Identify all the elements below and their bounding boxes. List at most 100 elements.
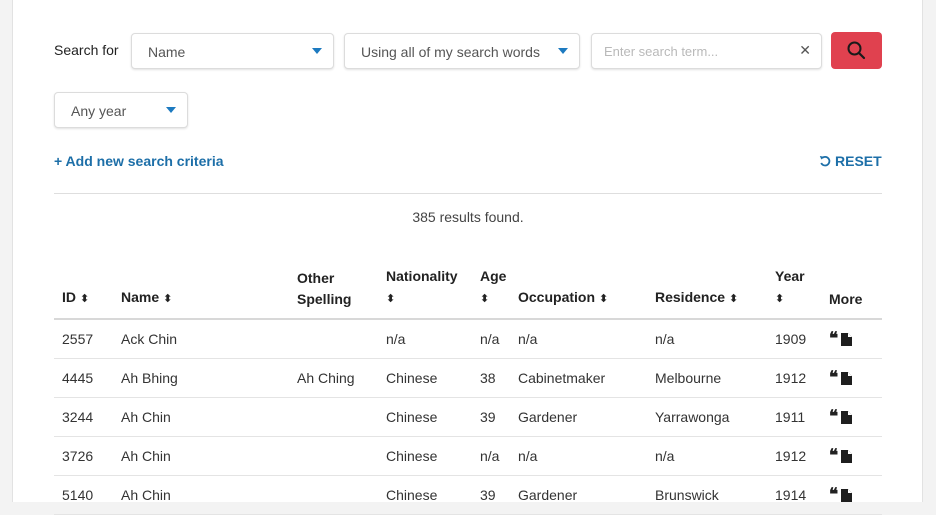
table-header-row: ID ⬍ Name ⬍ Other Spelling Nationality ⬍ Ag… bbox=[54, 266, 882, 320]
cell-id: 2557 bbox=[54, 319, 113, 359]
cell-id: 3726 bbox=[54, 436, 113, 476]
cell-age: n/a bbox=[472, 319, 510, 359]
cell-name: Ah Chin bbox=[113, 475, 289, 515]
table-row[interactable]: 4445 Ah Bhing Ah Ching Chinese 38 Cabine… bbox=[54, 358, 882, 398]
column-header-age[interactable]: Age ⬍ bbox=[472, 266, 510, 320]
sort-icon[interactable]: ⬍ bbox=[163, 289, 172, 310]
column-header-nationality[interactable]: Nationality ⬍ bbox=[378, 266, 472, 320]
cell-nationality: Chinese bbox=[378, 397, 472, 437]
document-icon[interactable] bbox=[841, 333, 853, 346]
cell-id: 5140 bbox=[54, 475, 113, 515]
cell-residence: Brunswick bbox=[647, 475, 767, 515]
cell-residence: n/a bbox=[647, 436, 767, 476]
cell-occupation: Gardener bbox=[510, 397, 647, 437]
cell-name: Ah Chin bbox=[113, 436, 289, 476]
search-mode-select[interactable]: Using all of my search words bbox=[344, 33, 580, 69]
cell-more: ❝ bbox=[821, 397, 882, 437]
cell-other-spelling bbox=[289, 397, 378, 437]
sort-icon[interactable]: ⬍ bbox=[775, 289, 784, 310]
chevron-down-icon bbox=[312, 48, 322, 54]
cell-occupation: Gardener bbox=[510, 475, 647, 515]
quote-icon[interactable]: ❝ bbox=[829, 368, 838, 388]
search-field-select[interactable]: Name bbox=[131, 33, 334, 69]
column-header-more: More bbox=[821, 266, 882, 320]
column-header-occupation[interactable]: Occupation ⬍ bbox=[510, 266, 647, 320]
sort-icon[interactable]: ⬍ bbox=[480, 289, 489, 310]
table-row[interactable]: 5140 Ah Chin Chinese 39 Gardener Brunswi… bbox=[54, 475, 882, 515]
search-input[interactable] bbox=[604, 42, 789, 60]
close-icon[interactable]: ✕ bbox=[799, 42, 811, 59]
cell-nationality: Chinese bbox=[378, 436, 472, 476]
cell-more: ❝ bbox=[821, 358, 882, 398]
cell-year: 1911 bbox=[767, 397, 821, 437]
reset-label: RESET bbox=[835, 153, 882, 169]
column-header-year[interactable]: Year ⬍ bbox=[767, 266, 821, 320]
cell-occupation: Cabinetmaker bbox=[510, 358, 647, 398]
document-icon[interactable] bbox=[841, 411, 853, 424]
column-header-name[interactable]: Name ⬍ bbox=[113, 266, 289, 320]
cell-residence: n/a bbox=[647, 319, 767, 359]
cell-year: 1912 bbox=[767, 436, 821, 476]
column-header-residence[interactable]: Residence ⬍ bbox=[647, 266, 767, 320]
cell-residence: Melbourne bbox=[647, 358, 767, 398]
cell-occupation: n/a bbox=[510, 436, 647, 476]
cell-more: ❝ bbox=[821, 319, 882, 359]
search-panel: Search for Name Using all of my search w… bbox=[12, 0, 923, 515]
search-field-value: Name bbox=[148, 44, 186, 60]
quote-icon[interactable]: ❝ bbox=[829, 446, 838, 466]
quote-icon[interactable]: ❝ bbox=[829, 329, 838, 349]
cell-nationality: n/a bbox=[378, 319, 472, 359]
search-mode-value: Using all of my search words bbox=[361, 44, 540, 60]
table-row[interactable]: 2557 Ack Chin n/a n/a n/a n/a 1909 ❝ bbox=[54, 319, 882, 359]
document-icon[interactable] bbox=[841, 450, 853, 463]
cell-name: Ah Bhing bbox=[113, 358, 289, 398]
cell-other-spelling bbox=[289, 436, 378, 476]
cell-id: 4445 bbox=[54, 358, 113, 398]
search-term-field: ✕ bbox=[591, 33, 822, 69]
search-icon bbox=[847, 41, 866, 60]
sort-icon[interactable]: ⬍ bbox=[386, 289, 395, 310]
sort-icon[interactable]: ⬍ bbox=[729, 289, 738, 310]
cell-year: 1909 bbox=[767, 319, 821, 359]
table-row[interactable]: 3726 Ah Chin Chinese n/a n/a n/a 1912 ❝ bbox=[54, 436, 882, 476]
cell-residence: Yarrawonga bbox=[647, 397, 767, 437]
document-icon[interactable] bbox=[841, 372, 853, 385]
quote-icon[interactable]: ❝ bbox=[829, 407, 838, 427]
cell-nationality: Chinese bbox=[378, 358, 472, 398]
search-for-label: Search for bbox=[54, 42, 119, 58]
cell-more: ❝ bbox=[821, 436, 882, 476]
table-row[interactable]: 3244 Ah Chin Chinese 39 Gardener Yarrawo… bbox=[54, 397, 882, 437]
results-count: 385 results found. bbox=[412, 209, 524, 225]
cell-other-spelling bbox=[289, 319, 378, 359]
add-search-criteria-link[interactable]: + Add new search criteria bbox=[54, 153, 224, 169]
cell-nationality: Chinese bbox=[378, 475, 472, 515]
chevron-down-icon bbox=[558, 48, 568, 54]
year-select[interactable]: Any year bbox=[54, 92, 188, 128]
column-header-id[interactable]: ID ⬍ bbox=[54, 266, 113, 320]
cell-year: 1912 bbox=[767, 358, 821, 398]
cell-name: Ah Chin bbox=[113, 397, 289, 437]
cell-age: 39 bbox=[472, 475, 510, 515]
chevron-down-icon bbox=[166, 107, 176, 113]
year-select-value: Any year bbox=[71, 103, 127, 119]
cell-id: 3244 bbox=[54, 397, 113, 437]
search-button[interactable] bbox=[831, 32, 882, 69]
divider bbox=[54, 193, 882, 194]
sort-icon[interactable]: ⬍ bbox=[599, 289, 608, 310]
cell-name: Ack Chin bbox=[113, 319, 289, 359]
cell-age: 38 bbox=[472, 358, 510, 398]
cell-age: n/a bbox=[472, 436, 510, 476]
undo-icon bbox=[819, 155, 831, 167]
reset-button[interactable]: RESET bbox=[819, 153, 882, 169]
sort-icon[interactable]: ⬍ bbox=[80, 289, 89, 310]
cell-year: 1914 bbox=[767, 475, 821, 515]
cell-occupation: n/a bbox=[510, 319, 647, 359]
results-table-body: 2557 Ack Chin n/a n/a n/a n/a 1909 ❝ 444… bbox=[54, 319, 882, 515]
cell-other-spelling: Ah Ching bbox=[289, 358, 378, 398]
results-table: ID ⬍ Name ⬍ Other Spelling Nationality ⬍ Ag… bbox=[54, 266, 882, 515]
quote-icon[interactable]: ❝ bbox=[829, 485, 838, 505]
cell-age: 39 bbox=[472, 397, 510, 437]
column-header-other-spelling: Other Spelling bbox=[289, 266, 378, 320]
document-icon[interactable] bbox=[841, 489, 853, 502]
cell-more: ❝ bbox=[821, 475, 882, 515]
